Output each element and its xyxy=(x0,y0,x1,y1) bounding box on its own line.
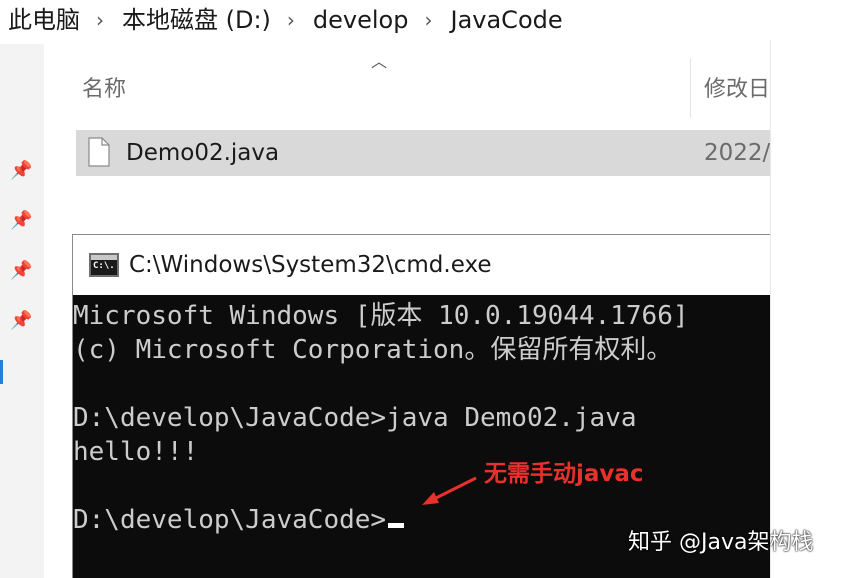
cmd-titlebar[interactable]: C:\. C:\Windows\System32\cmd.exe xyxy=(73,235,770,295)
cmd-title: C:\Windows\System32\cmd.exe xyxy=(129,252,492,278)
caret-up-icon: ︿ xyxy=(370,52,387,71)
document-icon xyxy=(88,137,110,167)
console-line: (c) Microsoft Corporation。保留所有权利。 xyxy=(73,335,673,365)
file-row[interactable]: Demo02.java 2022/ xyxy=(76,130,770,176)
window-edge xyxy=(770,40,771,578)
terminal-icon: C:\. xyxy=(89,253,119,277)
column-divider[interactable] xyxy=(690,58,691,118)
pin-icon[interactable]: 📌 xyxy=(10,210,32,232)
text-cursor xyxy=(388,523,405,528)
console-line: Microsoft Windows [版本 10.0.19044.1766] xyxy=(73,301,689,331)
chevron-right-icon: › xyxy=(96,8,104,32)
column-header-name[interactable]: 名称 xyxy=(82,70,126,110)
pin-icon[interactable]: 📌 xyxy=(10,260,32,282)
arrow-icon xyxy=(422,476,477,505)
chevron-right-icon: › xyxy=(424,8,433,32)
pin-icon[interactable]: 📌 xyxy=(10,160,32,182)
column-header-modified[interactable]: 修改日 xyxy=(704,70,770,110)
navigation-pane: 📌 📌 📌 📌 xyxy=(0,44,44,578)
annotation-label: 无需手动javac xyxy=(484,461,644,487)
file-modified-date: 2022/ xyxy=(704,140,770,166)
console-line: D:\develop\JavaCode>java Demo02.java xyxy=(73,403,637,433)
chevron-right-icon: › xyxy=(286,8,295,32)
pin-icon[interactable]: 📌 xyxy=(10,310,32,332)
console-line: hello!!! xyxy=(73,437,199,467)
console-prompt-line[interactable]: D:\develop\JavaCode> xyxy=(73,503,405,537)
console-prompt: D:\develop\JavaCode> xyxy=(73,505,387,535)
breadcrumb-this-pc[interactable]: 此电脑 xyxy=(8,0,80,40)
address-bar[interactable]: 此电脑 › 本地磁盘 (D:) › develop › JavaCode xyxy=(0,0,868,40)
breadcrumb-develop[interactable]: develop xyxy=(313,0,409,40)
breadcrumb-local-disk[interactable]: 本地磁盘 (D:) xyxy=(122,0,271,40)
watermark: 知乎 @Java架构栈 xyxy=(628,530,814,555)
nav-selection-accent xyxy=(0,360,3,384)
breadcrumb-javacode[interactable]: JavaCode xyxy=(450,0,562,40)
file-name: Demo02.java xyxy=(126,140,280,166)
